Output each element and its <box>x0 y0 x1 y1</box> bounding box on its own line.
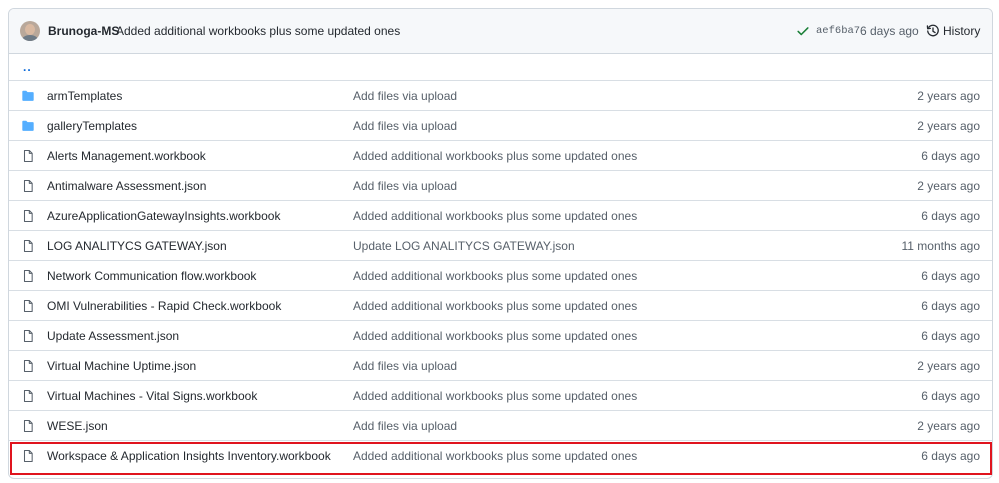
commit-message-link[interactable]: Add files via upload <box>353 89 457 103</box>
check-icon[interactable] <box>796 24 810 38</box>
file-name-link[interactable]: Network Communication flow.workbook <box>47 269 256 283</box>
file-row[interactable]: AzureApplicationGatewayInsights.workbook… <box>9 201 992 231</box>
file-icon <box>23 240 33 252</box>
file-row[interactable]: WESE.json Add files via upload 2 years ago <box>9 411 992 441</box>
commit-age: 11 months ago <box>901 239 981 253</box>
file-row[interactable]: Update Assessment.json Added additional w… <box>9 321 992 351</box>
file-icon <box>23 360 33 372</box>
commit-message-link[interactable]: Add files via upload <box>353 419 457 433</box>
commit-message-link[interactable]: Added additional workbooks plus some upd… <box>353 389 637 403</box>
file-icon <box>23 390 33 402</box>
folder-icon <box>22 90 34 101</box>
file-browser: Brunoga-MS Added additional workbooks pl… <box>8 8 993 479</box>
commit-time: 6 days ago <box>860 24 919 38</box>
file-icon <box>23 330 33 342</box>
history-label: History <box>943 24 981 38</box>
folder-name-link[interactable]: galleryTemplates <box>47 119 137 133</box>
commit-age: 6 days ago <box>921 209 980 223</box>
file-row[interactable]: Virtual Machine Uptime.json Add files via… <box>9 351 992 381</box>
file-icon <box>23 210 33 222</box>
folder-name-link[interactable]: armTemplates <box>47 89 122 103</box>
latest-commit-bar: Brunoga-MS Added additional workbooks pl… <box>9 9 992 54</box>
file-icon <box>23 420 33 432</box>
commit-message-link[interactable]: Added additional workbooks plus some upd… <box>353 209 637 223</box>
file-name-link[interactable]: AzureApplicationGatewayInsights.workbook <box>47 209 280 223</box>
file-name-link[interactable]: WESE.json <box>47 419 108 433</box>
commit-author[interactable]: Brunoga-MS <box>48 24 119 38</box>
commit-message-link[interactable]: Add files via upload <box>353 359 457 373</box>
file-icon <box>23 450 33 462</box>
file-row[interactable]: OMI Vulnerabilities - Rapid Check.workbo… <box>9 291 992 321</box>
folder-icon <box>22 120 34 131</box>
commit-age: 6 days ago <box>921 149 980 163</box>
file-icon <box>23 270 33 282</box>
commit-age: 2 years ago <box>917 419 980 433</box>
file-row[interactable]: LOG ANALITYCS GATEWAY.json Update LOG ANA… <box>9 231 992 261</box>
folder-row[interactable]: armTemplates Add files via upload 2 years … <box>9 81 992 111</box>
commit-age: 2 years ago <box>917 89 980 103</box>
history-icon <box>926 24 939 37</box>
file-row[interactable]: Network Communication flow.workbook Added… <box>9 261 992 291</box>
file-name-link[interactable]: Virtual Machine Uptime.json <box>47 359 196 373</box>
file-icon <box>23 180 33 192</box>
file-name-link[interactable]: Workspace & Application Insights Invento… <box>47 449 331 463</box>
commit-message-link[interactable]: Add files via upload <box>353 119 457 133</box>
commit-message-link[interactable]: Added additional workbooks plus some upd… <box>353 329 637 343</box>
file-row[interactable]: Virtual Machines - Vital Signs.workbook A… <box>9 381 992 411</box>
file-name-link[interactable]: Virtual Machines - Vital Signs.workbook <box>47 389 257 403</box>
commit-age: 6 days ago <box>921 299 980 313</box>
commit-message-link[interactable]: Added additional workbooks plus some upd… <box>353 449 637 463</box>
file-name-link[interactable]: OMI Vulnerabilities - Rapid Check.workbo… <box>47 299 281 313</box>
commit-age: 6 days ago <box>921 389 980 403</box>
commit-age: 2 years ago <box>917 179 980 193</box>
commit-message-link[interactable]: Update LOG ANALITYCS GATEWAY.json <box>353 239 575 253</box>
parent-directory-row[interactable]: .. <box>9 54 992 81</box>
file-row[interactable]: Workspace & Application Insights Invento… <box>9 441 992 471</box>
commit-message-link[interactable]: Added additional workbooks plus some upd… <box>353 299 637 313</box>
avatar[interactable] <box>20 21 40 41</box>
commit-message-link[interactable]: Added additional workbooks plus some upd… <box>353 269 637 283</box>
commit-sha[interactable]: aef6ba7 <box>816 25 860 37</box>
file-icon <box>23 300 33 312</box>
file-name-link[interactable]: Alerts Management.workbook <box>47 149 206 163</box>
file-row[interactable]: Antimalware Assessment.json Add files via… <box>9 171 992 201</box>
commit-age: 6 days ago <box>921 449 980 463</box>
commit-message-link[interactable]: Add files via upload <box>353 179 457 193</box>
commit-message-link[interactable]: Added additional workbooks plus some upd… <box>353 149 637 163</box>
folder-row[interactable]: galleryTemplates Add files via upload 2 ye… <box>9 111 992 141</box>
commit-age: 2 years ago <box>917 119 980 133</box>
parent-directory-link[interactable]: .. <box>23 60 32 74</box>
commit-age: 6 days ago <box>921 329 980 343</box>
file-name-link[interactable]: Antimalware Assessment.json <box>47 179 206 193</box>
commit-age: 6 days ago <box>921 269 980 283</box>
history-button[interactable]: History <box>926 21 980 41</box>
commit-message[interactable]: Added additional workbooks plus some upd… <box>116 24 400 38</box>
commit-age: 2 years ago <box>917 359 980 373</box>
file-name-link[interactable]: Update Assessment.json <box>47 329 179 343</box>
file-icon <box>23 150 33 162</box>
file-row[interactable]: Alerts Management.workbook Added addition… <box>9 141 992 171</box>
file-name-link[interactable]: LOG ANALITYCS GATEWAY.json <box>47 239 227 253</box>
file-list: .. armTemplates Add files via upload 2 yea… <box>9 54 992 471</box>
